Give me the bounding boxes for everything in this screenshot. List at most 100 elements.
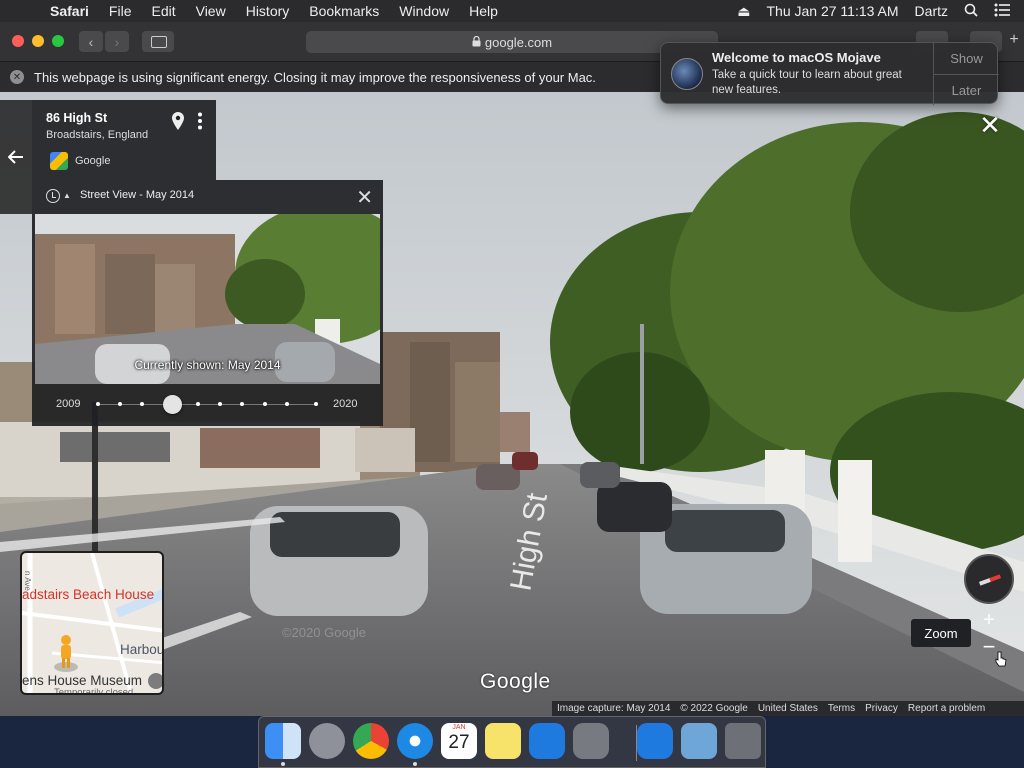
slider-start-year: 2009 (56, 398, 81, 410)
eject-icon[interactable]: ⏏ (737, 3, 750, 20)
zoom-window-button[interactable] (52, 35, 64, 47)
back-button[interactable]: ‹ (79, 31, 103, 52)
menu-bar: Safari File Edit View History Bookmarks … (0, 0, 1024, 22)
exit-street-view-button[interactable]: ✕ (976, 112, 1004, 140)
history-panel-label: Street View - May 2014 (80, 189, 195, 201)
address-url: google.com (484, 34, 553, 50)
launchpad-icon[interactable] (309, 723, 345, 759)
close-window-button[interactable] (12, 35, 24, 47)
slider-tick[interactable] (263, 402, 267, 406)
running-indicator (281, 762, 285, 766)
menubar-user[interactable]: Dartz (915, 3, 948, 19)
app-store-icon[interactable] (637, 723, 673, 759)
notification-show-button[interactable]: Show (934, 43, 999, 74)
sidebar-toggle-button[interactable] (142, 31, 174, 52)
history-current-caption: Currently shown: May 2014 (134, 358, 281, 372)
footer-privacy-link[interactable]: Privacy (860, 703, 903, 714)
footer-image-capture: Image capture: May 2014 (557, 703, 671, 714)
mojave-welcome-notification[interactable]: Welcome to macOS Mojave Take a quick tou… (660, 42, 999, 105)
menu-file[interactable]: File (99, 3, 142, 19)
history-clock-icon[interactable] (46, 189, 60, 203)
history-year-slider[interactable]: 2009 2020 (32, 390, 383, 420)
footer-terms-link[interactable]: Terms (823, 703, 860, 714)
history-panel-header: ▲ Street View - May 2014 ✕ (32, 180, 383, 213)
zoom-tooltip: Zoom (911, 619, 971, 647)
menu-view[interactable]: View (186, 3, 236, 19)
street-view-history-panel: ▲ Street View - May 2014 ✕ Currently sho… (32, 180, 383, 426)
compass-needle (978, 574, 1002, 586)
slider-tick[interactable] (240, 402, 244, 406)
footer-copyright: © 2022 Google (680, 703, 748, 714)
menu-bookmarks[interactable]: Bookmarks (299, 3, 389, 19)
image-copyright-watermark: ©2020 Google (282, 625, 366, 640)
forward-button[interactable]: › (105, 31, 129, 52)
chrome-icon[interactable] (353, 723, 389, 759)
more-options-icon[interactable] (197, 112, 203, 130)
place-locality: Broadstairs, England (46, 129, 149, 141)
app-store-icon[interactable] (529, 723, 565, 759)
trash-icon[interactable] (725, 723, 761, 759)
minimap[interactable]: n Ave adstairs Beach House Harbou ens Ho… (20, 551, 164, 695)
museum-icon[interactable] (148, 673, 162, 689)
notification-title: Welcome to macOS Mojave (712, 50, 881, 65)
place-source: Google (75, 155, 111, 167)
arrow-left-icon (8, 150, 23, 164)
slider-tick[interactable] (140, 402, 144, 406)
compass-icon[interactable] (964, 554, 1014, 604)
caret-up-icon[interactable]: ▲ (63, 191, 71, 200)
minimap-harbour-label: Harbou (120, 642, 164, 657)
slider-handle[interactable] (163, 395, 182, 414)
new-tab-button[interactable]: + (1004, 31, 1024, 52)
slider-tick[interactable] (96, 402, 100, 406)
close-history-panel-icon[interactable]: ✕ (356, 185, 373, 210)
dismiss-warning-icon[interactable]: ✕ (10, 70, 24, 84)
history-thumbnail[interactable]: Currently shown: May 2014 (35, 214, 380, 384)
lock-icon (472, 35, 481, 50)
menu-window[interactable]: Window (389, 3, 459, 19)
spotlight-search-icon[interactable] (964, 3, 978, 20)
energy-warning-text: This webpage is using significant energy… (34, 69, 596, 85)
google-watermark: Google (480, 670, 551, 693)
map-footer: Image capture: May 2014 © 2022 Google Un… (552, 701, 1024, 716)
minimap-closed-label: Temporarily closed (54, 687, 134, 695)
mouse-cursor-icon (995, 651, 1007, 672)
dock: JAN 27 (258, 716, 766, 768)
slider-tick[interactable] (118, 402, 122, 406)
notification-body: Take a quick tour to learn about great n… (712, 69, 902, 96)
slider-tick[interactable] (285, 402, 289, 406)
footer-report-link[interactable]: Report a problem (903, 703, 990, 714)
map-pin-icon[interactable] (172, 112, 184, 135)
minimize-window-button[interactable] (32, 35, 44, 47)
slider-tick[interactable] (314, 402, 318, 406)
slider-tick[interactable] (218, 402, 222, 406)
place-name: 86 High St (46, 111, 108, 125)
downloads-folder-icon[interactable] (681, 723, 717, 759)
calendar-month: JAN (452, 724, 466, 731)
menu-history[interactable]: History (236, 3, 300, 19)
place-card: 86 High St Broadstairs, England Google (32, 100, 216, 180)
menu-edit[interactable]: Edit (141, 3, 185, 19)
back-to-map-button[interactable] (0, 100, 32, 214)
menu-app-safari[interactable]: Safari (40, 3, 99, 19)
zoom-in-button[interactable]: + (976, 607, 1002, 633)
notification-center-icon[interactable] (994, 3, 1010, 20)
minimap-beach-house-label[interactable]: adstairs Beach House (22, 587, 154, 602)
pegman-icon[interactable] (52, 633, 80, 678)
calendar-day: 27 (448, 732, 470, 753)
system-preferences-icon[interactable] (573, 723, 609, 759)
finder-icon[interactable] (265, 723, 301, 759)
macos-mojave-icon (671, 58, 703, 90)
footer-country[interactable]: United States (753, 703, 823, 714)
menu-help[interactable]: Help (459, 3, 508, 19)
slider-end-year: 2020 (333, 398, 358, 410)
google-maps-logo-icon (50, 152, 68, 170)
notes-icon[interactable] (485, 723, 521, 759)
notification-later-button[interactable]: Later (934, 75, 999, 105)
menubar-clock[interactable]: Thu Jan 27 11:13 AM (766, 3, 898, 19)
running-indicator (413, 762, 417, 766)
slider-tick[interactable] (196, 402, 200, 406)
address-bar[interactable]: google.com (306, 31, 718, 53)
calendar-icon[interactable]: JAN 27 (441, 723, 477, 759)
minimap-museum-label[interactable]: ens House Museum (22, 673, 142, 688)
safari-icon[interactable] (397, 723, 433, 759)
